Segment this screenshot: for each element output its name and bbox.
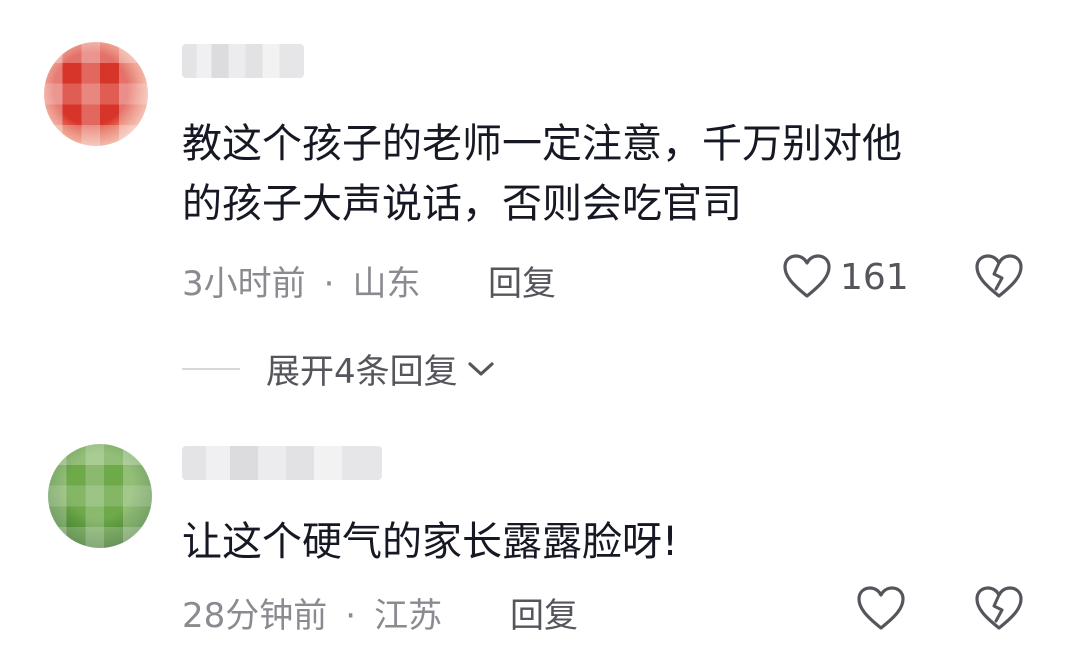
comment-item: 让这个硬气的家长露露脸呀! 28分钟前 · 江苏 回复 — [0, 400, 1080, 650]
dislike-button[interactable] — [974, 586, 1024, 636]
username-blurred[interactable] — [182, 446, 382, 480]
like-button[interactable]: 161 — [782, 254, 909, 300]
comment-text-line: 的孩子大声说话，否则会吃官司 — [182, 181, 742, 227]
avatar[interactable] — [44, 42, 148, 146]
avatar[interactable] — [48, 444, 152, 548]
reply-button[interactable]: 回复 — [488, 256, 556, 305]
comment-meta: 3小时前 · 山东 — [182, 256, 420, 305]
broken-heart-icon — [975, 254, 1023, 298]
chevron-down-icon — [468, 361, 494, 376]
comment-location: 江苏 — [374, 596, 443, 636]
reply-button[interactable]: 回复 — [510, 588, 578, 637]
meta-separator: · — [323, 264, 335, 304]
comment-location: 山东 — [352, 264, 421, 304]
comment-text: 教这个孩子的老师一定注意，千万别对他 的孩子大声说话，否则会吃官司 — [182, 114, 902, 234]
divider-line — [182, 367, 240, 370]
expand-replies-button[interactable]: 展开4条回复 — [182, 344, 496, 393]
comment-time: 28分钟前 — [182, 596, 328, 636]
comment-text-line: 教这个孩子的老师一定注意，千万别对他 — [182, 121, 902, 167]
broken-heart-icon — [975, 586, 1023, 630]
expand-replies-label: 展开4条回复 — [266, 352, 458, 392]
comment-text-line: 让这个硬气的家长露露脸呀! — [182, 519, 679, 565]
heart-outline-icon — [783, 254, 831, 298]
like-button[interactable] — [856, 586, 906, 632]
heart-outline-icon — [857, 586, 905, 630]
comment-time: 3小时前 — [182, 264, 306, 304]
comment-item: 教这个孩子的老师一定注意，千万别对他 的孩子大声说话，否则会吃官司 3小时前 · 山… — [0, 0, 1080, 400]
dislike-button[interactable] — [974, 254, 1024, 304]
username-blurred[interactable] — [182, 44, 304, 78]
meta-separator: · — [345, 596, 357, 636]
like-count: 161 — [840, 256, 909, 298]
comment-meta: 28分钟前 · 江苏 — [182, 588, 442, 637]
comment-text: 让这个硬气的家长露露脸呀! — [182, 512, 678, 572]
